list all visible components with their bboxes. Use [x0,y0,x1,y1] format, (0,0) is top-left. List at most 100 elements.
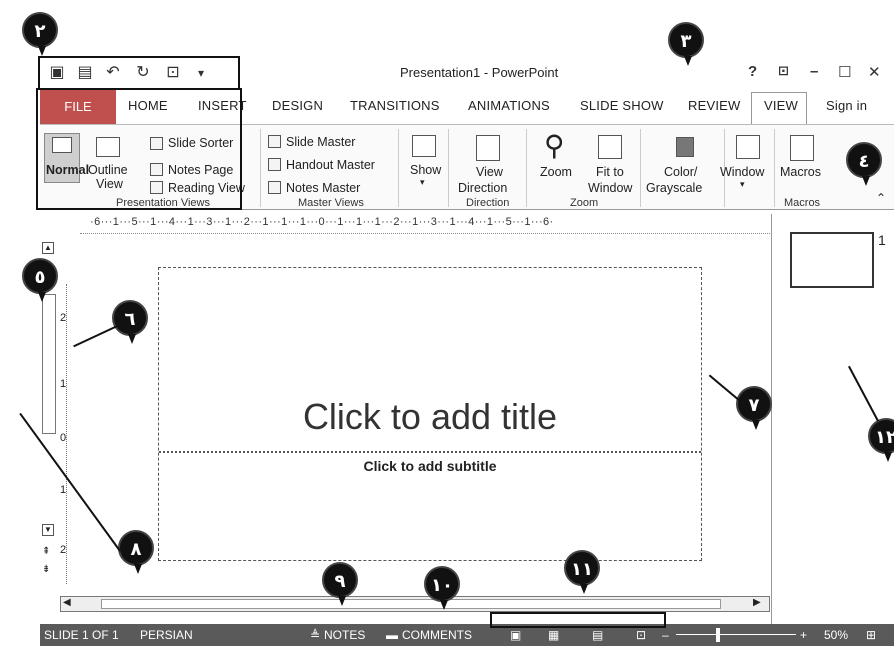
close-icon[interactable]: ✕ [868,63,881,81]
callout-marker: ١٠ [424,566,460,610]
view-direction-button[interactable]: Direction [458,181,507,195]
slide-thumbnail-number: 1 [878,232,886,248]
callout-marker: ٢ [22,12,58,56]
zoom-slider-thumb[interactable] [716,628,720,642]
show-icon[interactable] [412,135,436,157]
color-grayscale-button[interactable]: Grayscale [646,181,702,195]
vertical-scroll-thumb[interactable] [42,294,56,434]
maximize-icon[interactable]: ☐ [838,63,851,81]
normal-view-status-icon[interactable]: ▣ [510,628,521,642]
fit-slide-icon[interactable]: ⊞ [866,628,876,642]
group-separator [260,129,261,207]
window-icon [736,135,760,159]
thumbnail-pane-divider[interactable] [771,214,772,624]
fit-to-window-button[interactable]: Window [588,181,632,195]
slide-master-button[interactable]: Slide Master [286,135,355,149]
callout-marker: ٣ [668,22,704,66]
window-button[interactable]: Window [720,165,764,179]
vertical-ruler-tick: 2 [60,312,67,324]
sign-in-link[interactable]: Sign in [826,98,867,113]
previous-slide-icon[interactable]: ⇞ [42,546,50,557]
language-indicator[interactable]: PERSIAN [140,628,193,642]
group-label-master-views: Master Views [298,197,364,209]
view-direction-icon [476,135,500,161]
group-label-zoom: Zoom [570,197,599,209]
title-placeholder[interactable]: Click to add title [159,268,701,453]
vertical-ruler-tick: 2 [60,544,67,556]
callout-marker: ٥ [22,258,58,302]
tab-slide-show[interactable]: SLIDE SHOW [580,98,664,113]
collapse-ribbon-icon[interactable]: ⌃ [876,191,886,205]
show-dropdown-icon[interactable]: ▾ [420,177,425,188]
callout-marker: ٦ [112,300,148,344]
tab-animations[interactable]: ANIMATIONS [468,98,550,113]
comments-icon[interactable]: ▬ [386,628,398,642]
callout-marker: ٧ [736,386,772,430]
notes-icon[interactable]: ≜ [310,628,320,642]
ribbon-display-icon[interactable]: ⊡ [778,63,789,79]
minimize-icon[interactable]: – [810,63,818,80]
zoom-icon: ⚲ [544,130,565,161]
group-label-macros: Macros [784,197,821,209]
macros-button[interactable]: Macros [780,165,821,179]
slide-sorter-status-icon[interactable]: ▦ [548,628,559,642]
zoom-in-icon[interactable]: + [800,628,807,642]
callout-leader-line [73,320,129,348]
status-bar: SLIDE 1 OF 1 PERSIAN ≜ NOTES ▬ COMMENTS … [40,624,894,646]
zoom-slider[interactable] [676,634,796,635]
tab-transitions[interactable]: TRANSITIONS [350,98,440,113]
handout-master-button[interactable]: Handout Master [286,158,375,172]
zoom-level[interactable]: 50% [824,628,848,642]
slide-thumbnail[interactable] [790,232,874,288]
tab-design[interactable]: DESIGN [272,98,323,113]
title-placeholder-text: Click to add title [302,396,558,437]
callout-marker: ١٢ [868,418,894,462]
zoom-out-icon[interactable]: – [662,628,669,642]
fit-to-window-icon [598,135,622,159]
callout-leader-line [708,374,741,402]
fit-to-window-label-1: Fit to [596,165,624,179]
comments-button[interactable]: COMMENTS [402,628,472,642]
zoom-button[interactable]: Zoom [540,165,572,179]
scroll-right-icon[interactable]: ▶ [753,597,761,608]
ribbon-area-outline [36,88,242,210]
notes-master-icon [268,181,281,194]
horizontal-scroll-thumb[interactable] [101,599,721,609]
group-separator [640,129,641,207]
slide-master-icon [268,135,281,148]
scroll-left-icon[interactable]: ◀ [63,597,71,608]
callout-leader-line [848,365,879,422]
vertical-ruler-tick: 1 [60,484,67,496]
callout-marker: ٨ [118,530,154,574]
vertical-ruler-line [66,284,67,584]
slide-canvas[interactable]: Click to add title Click to add subtitle [158,267,702,561]
subtitle-placeholder[interactable]: Click to add subtitle [159,458,701,474]
view-buttons-outline [490,612,666,628]
notes-master-button[interactable]: Notes Master [286,181,360,195]
macros-icon [790,135,814,161]
handout-master-icon [268,158,281,171]
group-separator [448,129,449,207]
help-icon[interactable]: ? [748,63,757,80]
vertical-ruler-tick: 0 [60,432,67,444]
callout-marker: ١١ [564,550,600,594]
scroll-down-icon[interactable]: ▼ [42,524,54,536]
view-direction-label-1: View [476,165,503,179]
reading-view-status-icon[interactable]: ▤ [592,628,603,642]
slide-show-status-icon[interactable]: ⊡ [636,628,646,642]
color-grayscale-icon [676,137,694,157]
slide-count: SLIDE 1 OF 1 [44,628,119,642]
next-slide-icon[interactable]: ⇟ [42,564,50,575]
notes-button[interactable]: NOTES [324,628,365,642]
scroll-up-icon[interactable]: ▲ [42,242,54,254]
tab-view[interactable]: VIEW [764,98,798,113]
tab-review[interactable]: REVIEW [688,98,740,113]
quick-access-outline [38,56,240,90]
show-button[interactable]: Show [410,163,441,177]
callout-marker: ٤ [846,142,882,186]
horizontal-scrollbar[interactable]: ◀ ▶ [60,596,770,612]
window-dropdown-icon[interactable]: ▾ [740,179,745,190]
group-separator [774,129,775,207]
group-separator [398,129,399,207]
window-title: Presentation1 - PowerPoint [400,65,559,80]
